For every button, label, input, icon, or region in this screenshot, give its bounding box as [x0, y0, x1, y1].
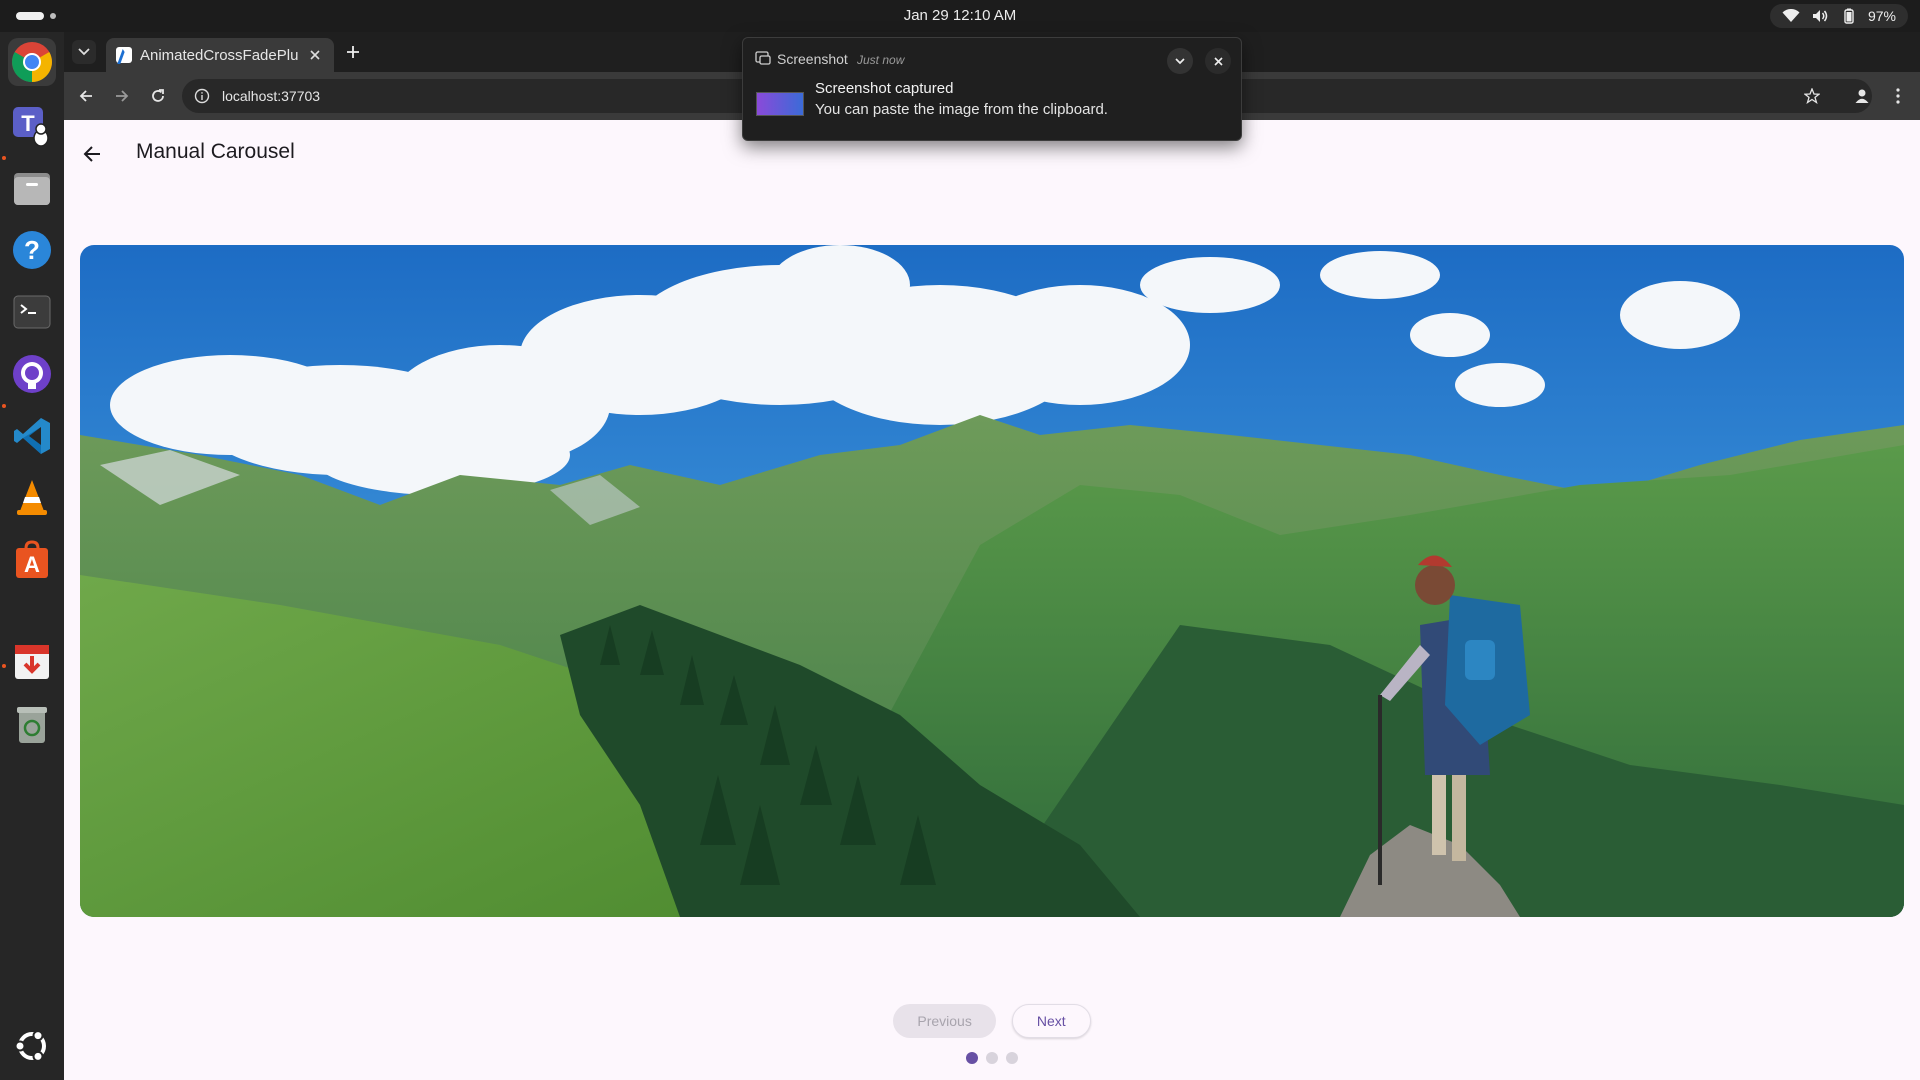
notification-close-button[interactable] [1205, 48, 1231, 74]
next-button[interactable]: Next [1011, 1004, 1091, 1038]
vscode-icon [14, 418, 50, 454]
help-icon: ? [13, 231, 51, 269]
arrow-left-icon [79, 90, 92, 102]
system-clock[interactable]: Jan 29 12:10 AM [0, 7, 1920, 24]
reload-icon [152, 89, 164, 102]
page-title: Manual Carousel [136, 140, 295, 163]
notification-title: Screenshot captured [815, 80, 954, 97]
running-indicator [2, 156, 6, 160]
dock-vscode[interactable] [8, 412, 56, 460]
dock-teams[interactable]: T [8, 102, 56, 150]
carousel-navigation: Previous Next [64, 1004, 1920, 1038]
chevron-down-icon [1175, 57, 1185, 64]
svg-text:A: A [24, 552, 40, 577]
tab-search-button[interactable] [72, 40, 96, 64]
volume-icon [1812, 9, 1830, 23]
back-button[interactable] [74, 84, 98, 108]
profile-button[interactable] [1850, 84, 1874, 108]
ubuntu-icon [14, 1030, 46, 1062]
dock-trash[interactable] [8, 700, 56, 748]
web-page: Manual Carousel Previous Next [64, 120, 1920, 1080]
screenshot-thumbnail [756, 92, 804, 116]
terminal-icon [13, 295, 51, 329]
installer-icon [15, 645, 49, 679]
browser-window: AnimatedCrossFadePlus localhost:37703 Ma… [64, 32, 1920, 1080]
dock-chrome[interactable] [8, 38, 56, 86]
star-icon [1804, 88, 1820, 104]
carousel-dot-2[interactable] [986, 1052, 998, 1064]
svg-text:T: T [21, 111, 35, 136]
teams-icon: T [13, 107, 49, 147]
app-center-icon: A [16, 540, 48, 578]
dock-show-apps[interactable] [8, 1022, 56, 1070]
new-tab-button[interactable] [342, 41, 364, 63]
carousel-page-indicator [64, 1052, 1920, 1064]
arrow-back-icon [83, 146, 100, 162]
url-text: localhost:37703 [222, 88, 321, 104]
reload-button[interactable] [146, 84, 170, 108]
tab-animatedcrossfadeplus[interactable]: AnimatedCrossFadePlus [106, 38, 334, 72]
bookmark-button[interactable] [1800, 84, 1824, 108]
chevron-down-icon [78, 48, 90, 56]
app-back-button[interactable] [78, 140, 106, 168]
dock-github[interactable] [8, 350, 56, 398]
dock-files[interactable] [8, 164, 56, 212]
application-dock: T ? A [0, 32, 64, 1080]
github-icon [13, 355, 51, 393]
trash-icon [17, 707, 47, 743]
carousel-slide-image [80, 245, 1904, 917]
notification-app-name: Screenshot [777, 51, 848, 67]
browser-menu-button[interactable] [1886, 84, 1910, 108]
system-tray[interactable]: 97% [1769, 4, 1908, 28]
system-top-bar: Jan 29 12:10 AM 97% [0, 0, 1920, 32]
notification-expand-button[interactable] [1167, 48, 1193, 74]
dock-help[interactable]: ? [8, 226, 56, 274]
notification-body: You can paste the image from the clipboa… [815, 101, 1108, 118]
battery-icon [1842, 8, 1856, 24]
dock-vlc[interactable] [8, 474, 56, 522]
arrow-right-icon [116, 90, 129, 102]
dock-installer[interactable] [8, 638, 56, 686]
more-vert-icon [1896, 88, 1900, 104]
running-indicator [2, 404, 6, 408]
carousel-dot-3[interactable] [1006, 1052, 1018, 1064]
files-icon [14, 173, 50, 205]
close-icon [1213, 56, 1223, 66]
dock-terminal[interactable] [8, 288, 56, 336]
battery-percentage: 97% [1867, 8, 1896, 24]
close-icon [310, 50, 320, 60]
notification-time: Just now [857, 53, 905, 67]
plus-icon [347, 46, 359, 58]
wifi-icon [1782, 9, 1800, 23]
flutter-favicon-icon [116, 47, 132, 63]
vlc-icon [17, 480, 47, 515]
mountain-hiker-photo [80, 245, 1904, 917]
previous-button[interactable]: Previous [893, 1004, 996, 1038]
carousel-dot-1[interactable] [966, 1052, 978, 1064]
running-indicator [2, 664, 6, 668]
tab-close-button[interactable] [306, 46, 324, 64]
chrome-icon [12, 42, 52, 82]
profile-icon [1855, 89, 1869, 103]
site-info-icon[interactable] [194, 88, 210, 109]
tab-title: AnimatedCrossFadePlus [140, 46, 298, 64]
screenshot-app-icon [755, 51, 771, 70]
dock-app-center[interactable]: A [8, 536, 56, 584]
screenshot-notification[interactable]: Screenshot Just now Screenshot captured … [742, 37, 1242, 141]
svg-text:?: ? [24, 235, 40, 265]
forward-button[interactable] [110, 84, 134, 108]
